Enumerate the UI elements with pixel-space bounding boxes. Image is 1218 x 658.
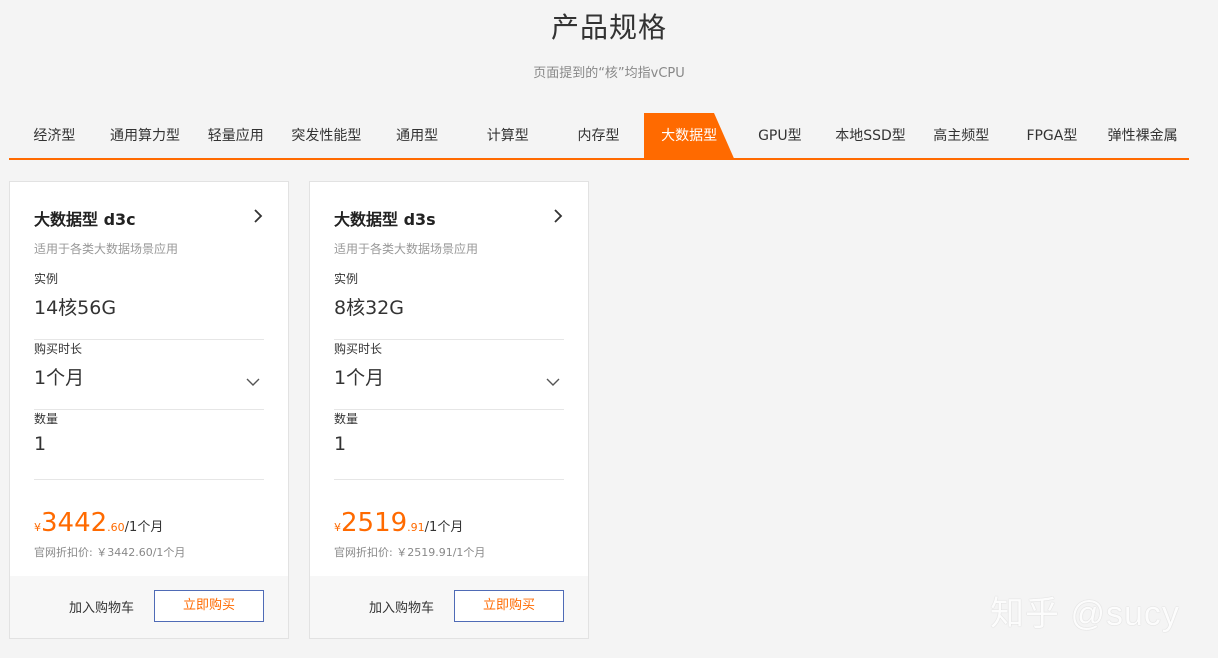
price-decimal: .60 [107,521,125,534]
price: ¥2519.91/1个月 [334,508,463,538]
add-to-cart-button[interactable]: 加入购物车 [369,597,434,616]
discount-price-note: 官网折扣价: ￥2519.91/1个月 [334,546,486,559]
tab-general-purpose[interactable]: 通用型 [372,113,463,158]
quantity-field[interactable]: 数量 1 [34,410,264,480]
quantity-label: 数量 [334,412,359,426]
tab-gpu[interactable]: GPU型 [735,113,826,158]
price-currency: ¥ [34,521,41,534]
chevron-down-icon[interactable] [546,372,560,386]
card-description: 适用于各类大数据场景应用 [334,242,479,256]
chevron-right-icon[interactable] [552,208,564,224]
chevron-down-icon[interactable] [246,372,260,386]
instance-field: 实例 14核56G [34,270,264,340]
tab-local-ssd[interactable]: 本地SSD型 [825,113,916,158]
instance-value: 8核32G [334,297,404,319]
chevron-right-icon[interactable] [252,208,264,224]
instance-field: 实例 8核32G [334,270,564,340]
quantity-field[interactable]: 数量 1 [334,410,564,480]
product-card-d3c: 大数据型 d3c 适用于各类大数据场景应用 实例 14核56G 购买时长 1个月… [9,181,289,639]
price-period: /1个月 [424,520,464,535]
tab-big-data[interactable]: 大数据型 [644,113,735,158]
card-description: 适用于各类大数据场景应用 [34,242,179,256]
duration-label: 购买时长 [34,342,83,356]
tab-bare-metal[interactable]: 弹性裸金属 [1097,113,1188,158]
price-decimal: .91 [407,521,425,534]
add-to-cart-button[interactable]: 加入购物车 [69,597,134,616]
product-tabs: 经济型 通用算力型 轻量应用 突发性能型 通用型 计算型 内存型 大数据型 GP… [9,113,1189,160]
discount-price-note: 官网折扣价: ￥3442.60/1个月 [34,546,186,559]
page-subtitle: 页面提到的“核”均指vCPU [533,66,685,81]
tab-compute[interactable]: 计算型 [462,113,553,158]
card-footer: 加入购物车 立即购买 [10,576,288,638]
price-period: /1个月 [124,520,164,535]
instance-label: 实例 [34,272,59,286]
quantity-label: 数量 [34,412,59,426]
price-currency: ¥ [334,521,341,534]
price-integer: 3442 [41,508,108,538]
instance-label: 实例 [334,272,359,286]
duration-label: 购买时长 [334,342,383,356]
tab-memory[interactable]: 内存型 [553,113,644,158]
watermark: 知乎 @sucy [990,595,1180,633]
page-title: 产品规格 [550,11,667,44]
card-header: 大数据型 d3c 适用于各类大数据场景应用 [34,206,264,257]
buy-now-button[interactable]: 立即购买 [154,590,264,622]
tab-high-frequency[interactable]: 高主频型 [916,113,1007,158]
tab-lightweight[interactable]: 轻量应用 [190,113,281,158]
card-title[interactable]: 大数据型 d3s [334,206,564,230]
card-footer: 加入购物车 立即购买 [310,576,588,638]
tab-fpga[interactable]: FPGA型 [1007,113,1098,158]
quantity-value[interactable]: 1 [34,433,264,455]
buy-now-button[interactable]: 立即购买 [454,590,564,622]
tab-general-compute[interactable]: 通用算力型 [100,113,191,158]
price-integer: 2519 [341,508,408,538]
price: ¥3442.60/1个月 [34,508,163,538]
card-title[interactable]: 大数据型 d3c [34,206,264,230]
page: 产品规格 页面提到的“核”均指vCPU 经济型 通用算力型 轻量应用 突发性能型… [0,0,1218,658]
instance-value: 14核56G [34,297,117,319]
product-card-d3s: 大数据型 d3s 适用于各类大数据场景应用 实例 8核32G 购买时长 1个月 … [309,181,589,639]
duration-select[interactable]: 购买时长 1个月 [34,340,264,410]
card-header: 大数据型 d3s 适用于各类大数据场景应用 [334,206,564,257]
duration-value[interactable]: 1个月 [334,363,564,390]
tab-economy[interactable]: 经济型 [9,113,100,158]
duration-select[interactable]: 购买时长 1个月 [334,340,564,410]
tab-burstable[interactable]: 突发性能型 [281,113,372,158]
duration-value[interactable]: 1个月 [34,363,264,390]
quantity-value[interactable]: 1 [334,433,564,455]
